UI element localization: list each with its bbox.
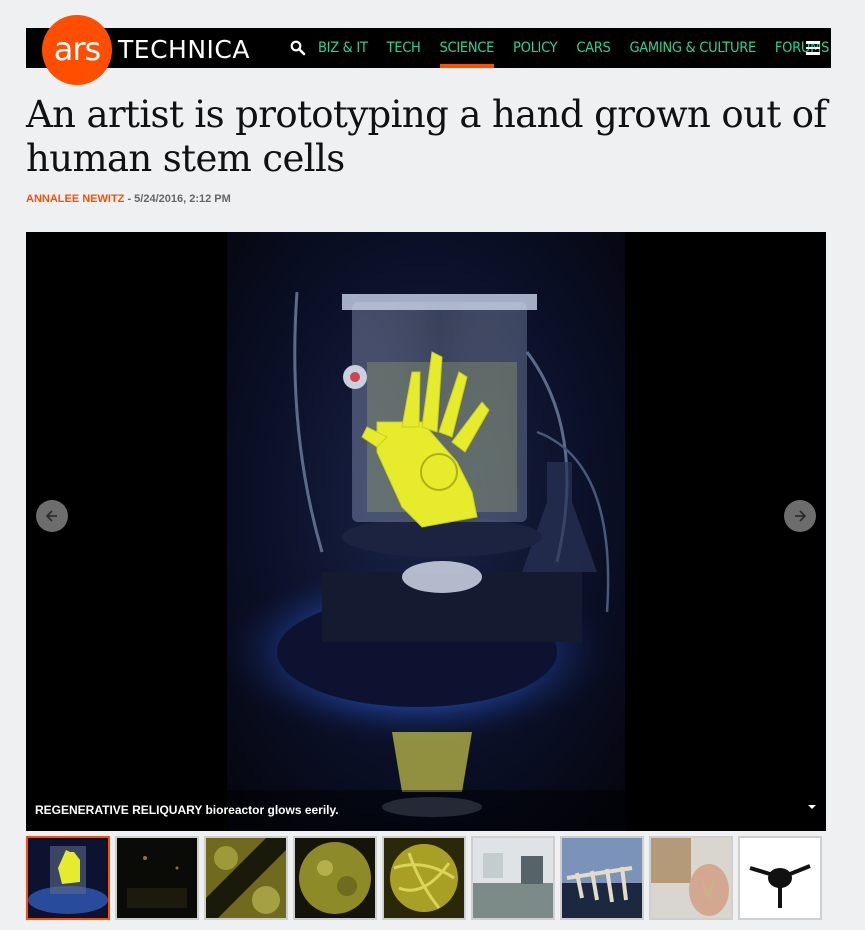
publish-date: 5/24/2016, 2:12 PM: [134, 193, 231, 205]
thumbnail-9[interactable]: [738, 836, 822, 920]
author-link[interactable]: ANNALEE NEWITZ: [26, 193, 124, 205]
thumbnail-6[interactable]: [471, 836, 555, 920]
gallery-prev-button[interactable]: [36, 500, 68, 532]
thumbnail-4[interactable]: [293, 836, 377, 920]
arrow-right-icon: [795, 510, 807, 522]
gallery-main-image: [227, 232, 625, 831]
gallery-caption: REGENERATIVE RELIQUARY bioreactor glows …: [35, 803, 339, 817]
search-icon[interactable]: [290, 40, 306, 56]
caret-down-icon[interactable]: [808, 805, 816, 809]
byline: ANNALEE NEWITZ - 5/24/2016, 2:12 PM: [26, 193, 231, 205]
nav-menu: BIZ & IT TECH SCIENCE POLICY CARS GAMING…: [318, 28, 848, 68]
nav-item-biz-it[interactable]: BIZ & IT: [318, 28, 368, 68]
image-gallery: REGENERATIVE RELIQUARY bioreactor glows …: [26, 232, 826, 831]
ars-logo[interactable]: ars: [42, 15, 112, 85]
article-headline: An artist is prototyping a hand grown ou…: [26, 93, 827, 180]
logo-technica-text[interactable]: TECHNICA: [118, 35, 250, 64]
nav-item-cars[interactable]: CARS: [576, 28, 610, 68]
nav-item-science[interactable]: SCIENCE: [439, 28, 494, 68]
caption-title: REGENERATIVE RELIQUARY: [35, 803, 203, 817]
logo-ars-text: ars: [53, 30, 101, 68]
thumbnail-8[interactable]: [649, 836, 733, 920]
thumbnail-7[interactable]: [560, 836, 644, 920]
nav-item-tech[interactable]: TECH: [387, 28, 421, 68]
caption-description: bioreactor glows eerily.: [202, 803, 339, 817]
gallery-caption-bar: REGENERATIVE RELIQUARY bioreactor glows …: [26, 790, 826, 831]
nav-item-gaming-culture[interactable]: GAMING & CULTURE: [630, 28, 757, 68]
thumbnail-3[interactable]: [204, 836, 288, 920]
byline-separator: -: [124, 193, 135, 205]
nav-item-forums[interactable]: FORUMS: [775, 28, 829, 68]
hamburger-menu-icon[interactable]: [806, 41, 820, 55]
thumbnail-1[interactable]: [26, 836, 110, 920]
thumbnail-5[interactable]: [382, 836, 466, 920]
thumbnail-2[interactable]: [115, 836, 199, 920]
nav-item-policy[interactable]: POLICY: [513, 28, 558, 68]
arrow-left-icon: [45, 510, 57, 522]
gallery-next-button[interactable]: [784, 500, 816, 532]
